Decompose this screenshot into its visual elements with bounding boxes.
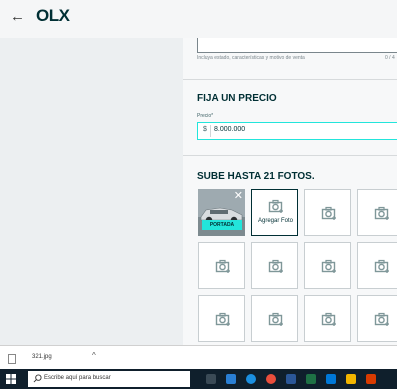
photos-card: SUBE HASTA 21 FOTOS. ✕ PORTADA Agregar Fot…	[183, 155, 397, 345]
camera-plus-icon	[374, 311, 390, 327]
edge-browser-icon[interactable]	[246, 374, 256, 384]
search-icon	[33, 374, 42, 383]
camera-plus-icon	[268, 198, 284, 214]
camera-plus-icon	[374, 258, 390, 274]
price-value: 8.000.000	[214, 126, 246, 133]
left-gutter	[0, 38, 183, 345]
download-file-name[interactable]: 321.jpg	[32, 354, 52, 360]
excel-app-icon[interactable]	[306, 374, 316, 384]
taskbar-search-input[interactable]: Escribe aquí para buscar	[28, 371, 190, 387]
description-textarea[interactable]	[197, 38, 397, 53]
chrome-browser-icon[interactable]	[266, 374, 276, 384]
price-label: Precio*	[197, 113, 214, 119]
photo-slot[interactable]	[357, 189, 397, 236]
add-photo-button[interactable]: Agregar Foto	[251, 189, 298, 236]
photo-slot[interactable]	[357, 295, 397, 342]
camera-plus-icon	[321, 258, 337, 274]
price-card: FIJA UN PRECIO Precio* $ 8.000.000	[183, 79, 397, 155]
add-photo-label: Agregar Foto	[257, 218, 294, 224]
camera-plus-icon	[215, 258, 231, 274]
download-bar: 321.jpg ^	[0, 345, 397, 370]
post-form: Incluya estado, características y motivo…	[183, 38, 397, 345]
description-hint: Incluya estado, características y motivo…	[197, 55, 305, 61]
store-app-icon[interactable]	[326, 374, 336, 384]
chevron-up-icon[interactable]: ^	[92, 351, 96, 360]
photo-slot[interactable]	[304, 242, 351, 289]
windows-start-icon[interactable]	[6, 374, 16, 384]
powerpoint-app-icon[interactable]	[366, 374, 376, 384]
photo-slot[interactable]	[251, 242, 298, 289]
photo-slot[interactable]	[304, 189, 351, 236]
camera-plus-icon	[268, 311, 284, 327]
cover-badge: PORTADA	[202, 220, 242, 230]
description-card: Incluya estado, características y motivo…	[183, 38, 397, 79]
photos-section-title: SUBE HASTA 21 FOTOS.	[197, 171, 315, 182]
camera-plus-icon	[215, 311, 231, 327]
task-view-icon[interactable]	[206, 374, 216, 384]
cover-photo-thumbnail[interactable]: ✕ PORTADA	[198, 189, 245, 236]
photo-slot[interactable]	[357, 242, 397, 289]
top-bar: ← OLX	[0, 0, 397, 39]
file-explorer-icon[interactable]	[346, 374, 356, 384]
remove-photo-icon[interactable]: ✕	[234, 189, 243, 202]
mail-app-icon[interactable]	[226, 374, 236, 384]
photo-slot[interactable]	[251, 295, 298, 342]
taskbar-search-placeholder: Escribe aquí para buscar	[44, 375, 111, 381]
photo-slot[interactable]	[304, 295, 351, 342]
camera-plus-icon	[321, 205, 337, 221]
taskbar: Escribe aquí para buscar	[0, 369, 397, 389]
photo-slot[interactable]	[198, 295, 245, 342]
price-input[interactable]: $ 8.000.000	[197, 122, 397, 140]
camera-plus-icon	[374, 205, 390, 221]
olx-logo[interactable]: OLX	[36, 6, 70, 26]
currency-symbol: $	[203, 126, 207, 133]
photo-slot[interactable]	[198, 242, 245, 289]
camera-plus-icon	[268, 258, 284, 274]
description-counter: 0 / 4	[385, 55, 395, 61]
word-app-icon[interactable]	[286, 374, 296, 384]
price-separator	[210, 125, 211, 137]
file-icon	[8, 354, 16, 364]
camera-plus-icon	[321, 311, 337, 327]
arrow-left-icon[interactable]: ←	[10, 8, 25, 25]
price-section-title: FIJA UN PRECIO	[197, 93, 277, 104]
